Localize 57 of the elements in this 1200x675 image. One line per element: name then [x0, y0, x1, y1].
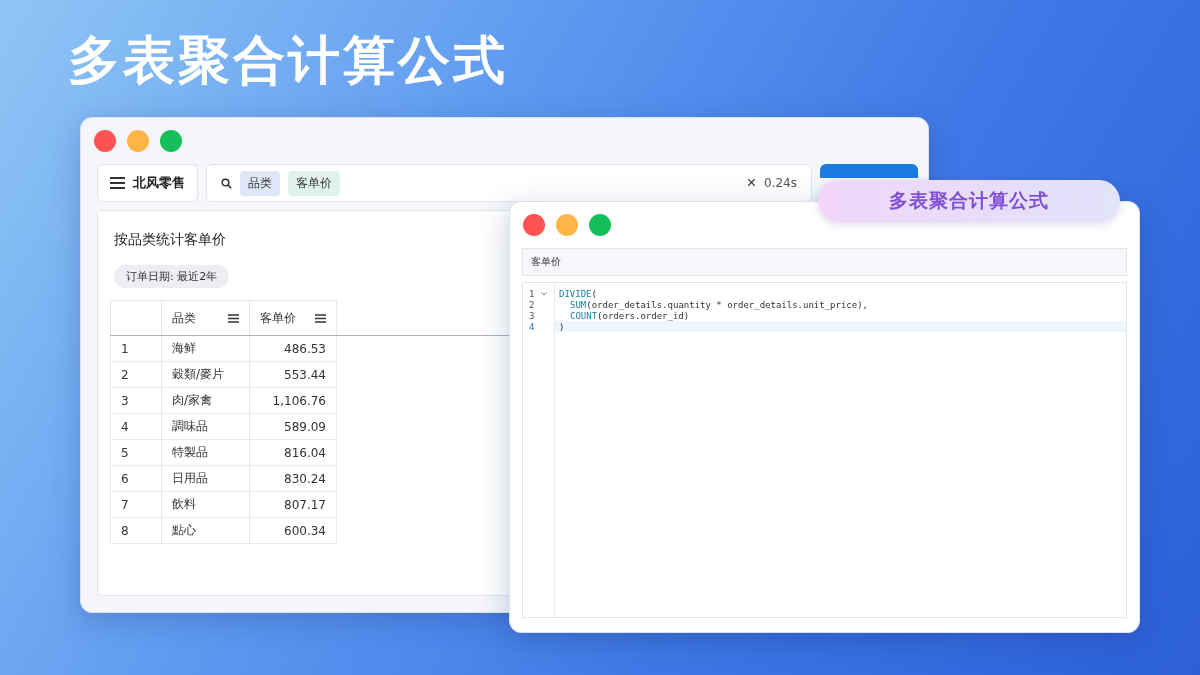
table-cell: 600.34 — [249, 517, 337, 544]
table-cell: 1,106.76 — [249, 387, 337, 414]
elapsed-time: 0.24s — [764, 176, 797, 190]
table-cell: 穀類/麥片 — [161, 361, 250, 388]
window-control-icon[interactable] — [127, 130, 149, 152]
table-cell: 816.04 — [249, 439, 337, 466]
column-header[interactable]: 品类 — [161, 300, 250, 336]
row-number: 5 — [110, 439, 162, 466]
line-number: 4 — [528, 321, 536, 332]
search-icon — [221, 177, 232, 189]
line-number: 2 — [528, 299, 536, 310]
menu-icon[interactable] — [315, 313, 326, 323]
table-cell: 486.53 — [249, 335, 337, 362]
window-control-icon[interactable] — [523, 214, 545, 236]
search-field[interactable]: 品类 客单价 × 0.24s — [206, 164, 812, 202]
row-number: 1 — [110, 335, 162, 362]
window-control-icon[interactable] — [556, 214, 578, 236]
feature-badge: 多表聚合计算公式 — [818, 180, 1120, 222]
report-title: 按品类统计客单价 — [114, 231, 226, 249]
table-cell: 589.09 — [249, 413, 337, 440]
window-control-icon[interactable] — [160, 130, 182, 152]
code-line: COUNT(orders.order_id) — [570, 310, 690, 321]
table-cell: 調味品 — [161, 413, 250, 440]
row-number: 6 — [110, 465, 162, 492]
table-cell: 特製品 — [161, 439, 250, 466]
row-number: 4 — [110, 413, 162, 440]
code-line: ) — [559, 321, 565, 332]
table-cell: 830.24 — [249, 465, 337, 492]
search-token[interactable]: 客单价 — [288, 170, 340, 196]
code-editor[interactable]: 1 2 3 4 DIVIDE( SUM(order_details.quantity * order_details.unit_price), COUNT(orders.order_id) ) — [522, 282, 1127, 618]
table-cell: 553.44 — [249, 361, 337, 388]
table-cell: 日用品 — [161, 465, 250, 492]
row-number: 3 — [110, 387, 162, 414]
filter-chip[interactable]: 订单日期: 最近2年 — [114, 265, 230, 288]
clear-button[interactable]: × — [746, 174, 756, 192]
table-cell: 肉/家禽 — [161, 387, 250, 414]
row-number: 8 — [110, 517, 162, 544]
menu-icon[interactable] — [228, 313, 239, 323]
table-cell: 飲料 — [161, 491, 250, 518]
fold-icon[interactable] — [541, 291, 547, 296]
line-number: 3 — [528, 310, 536, 321]
row-number: 7 — [110, 491, 162, 518]
menu-icon — [110, 177, 125, 189]
headline: 多表聚合计算公式 — [68, 29, 508, 92]
row-number: 2 — [110, 361, 162, 388]
code-line: SUM(order_details.quantity * order_details.unit_price), — [570, 299, 869, 310]
code-line: DIVIDE( — [559, 288, 597, 299]
menu-button[interactable]: 北风零售 — [97, 164, 198, 202]
line-number: 1 — [528, 288, 536, 299]
table-cell: 807.17 — [249, 491, 337, 518]
column-header[interactable]: 客单价 — [249, 300, 337, 336]
field-name[interactable]: 客单价 — [522, 248, 1127, 276]
window-control-icon[interactable] — [589, 214, 611, 236]
table-cell: 點心 — [161, 517, 250, 544]
table-cell: 海鲜 — [161, 335, 250, 362]
window-control-icon[interactable] — [94, 130, 116, 152]
search-token[interactable]: 品类 — [240, 170, 280, 196]
